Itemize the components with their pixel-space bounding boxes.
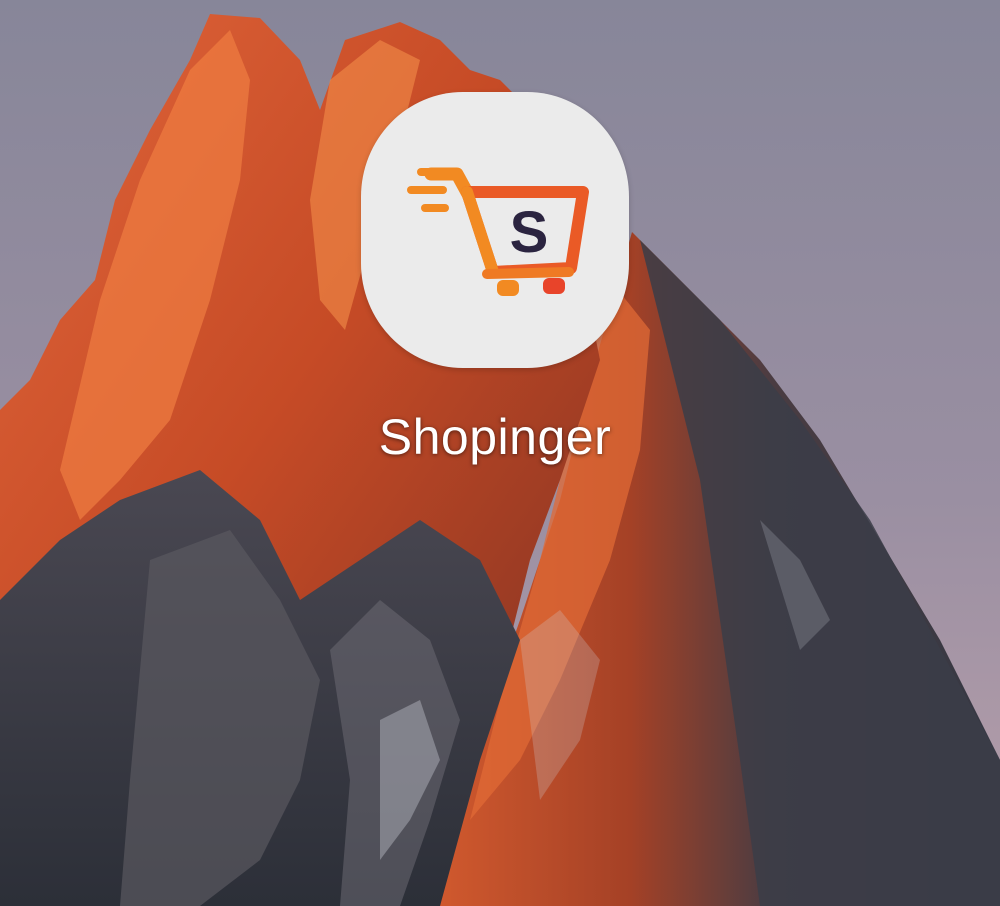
home-screen: S Shopinger [0,0,1000,906]
logo-letter: S [510,200,549,265]
app-label: Shopinger [378,409,612,465]
shopinger-app-icon[interactable]: S [361,92,629,368]
shopping-cart-s-logo-icon: S [407,167,589,296]
app-shortcut-shopinger[interactable]: S Shopinger [345,92,645,492]
